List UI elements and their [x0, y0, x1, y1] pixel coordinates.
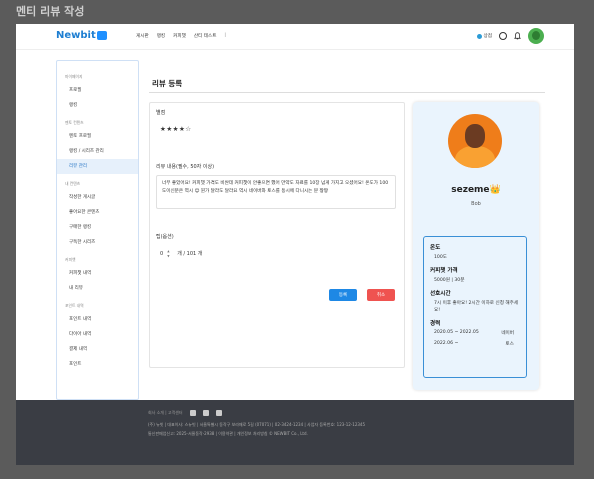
facebook-icon[interactable]	[189, 410, 196, 416]
stepper-down-icon[interactable]: ▼	[167, 254, 173, 258]
title-divider	[149, 92, 545, 93]
page-title: 리뷰 등록	[152, 79, 183, 88]
nav-item-coffeechat[interactable]: 커피챗	[173, 33, 186, 39]
header: Newbit 게시판 랭킹 커피챗 산티 테스트 | 상점	[16, 24, 574, 50]
price-value: 5000원 | 30분	[434, 278, 465, 283]
photo-body-shape	[455, 146, 495, 168]
sidebar-item-payment-history[interactable]: 결제 내역	[57, 342, 138, 357]
sidebar-item-coffeechat-history[interactable]: 커피챗 내역	[57, 266, 138, 281]
review-form: 별점 ★★★★☆ 리뷰 내용(필수, 50자 이상) 너무 좋았어요! 커피챗 …	[149, 102, 405, 368]
nav-separator: |	[224, 33, 226, 38]
footer: 회사 소개 | 고객센터 (주) 뉴빗 | 대표이사: 스뉴빗 | 서울특별시 …	[16, 400, 574, 465]
bell-icon[interactable]	[514, 32, 521, 40]
sidebar-group-mypage: 마이페이지	[65, 74, 83, 79]
sidebar-item-mentor-profile[interactable]: 멘토 프로필	[57, 129, 138, 144]
sidebar-item-my-reviews[interactable]: 내 리뷰	[57, 281, 138, 296]
logo-badge-icon	[96, 31, 107, 40]
logo-text: Newbit	[56, 30, 96, 41]
career-period: 2022.06 ~	[434, 341, 459, 346]
sidebar-item-diamond-history[interactable]: 다이아 내역	[57, 327, 138, 342]
temp-label: 온도	[430, 245, 441, 251]
logo[interactable]: Newbit	[56, 30, 107, 41]
tip-stepper[interactable]: ▲ ▼	[167, 249, 173, 258]
header-actions: 상점	[476, 28, 544, 44]
price-label: 커피챗 가격	[430, 268, 458, 274]
diamond-icon	[476, 33, 482, 39]
shop-chip[interactable]: 상점	[476, 33, 492, 39]
mentor-profile-card: sezeme👑 Bob 온도 100도 커피챗 가격 5000원 | 30분 선…	[413, 102, 539, 390]
screen-title: 멘티 리뷰 작성	[16, 5, 85, 18]
mentor-info-box: 온도 100도 커피챗 가격 5000원 | 30분 선호시간 7시 이후 좋아…	[423, 236, 527, 378]
sidebar-item-point-history[interactable]: 포인트 내역	[57, 312, 138, 327]
tip-label: 팁(옵션)	[156, 234, 174, 240]
instagram-icon[interactable]	[215, 410, 222, 416]
sidebar-group-points: 포인트 내역	[65, 303, 84, 308]
temp-value: 100도	[434, 255, 447, 260]
footer-legal-info: 통신판매업신고: 2025-서울동작-2938 | 이용약관 | 개인정보 처리…	[148, 431, 308, 436]
nav-item-board[interactable]: 게시판	[136, 33, 149, 39]
user-avatar[interactable]	[528, 28, 544, 44]
main-nav: 게시판 랭킹 커피챗 산티 테스트 |	[136, 33, 226, 39]
career-period: 2020.05 ~ 2022.05	[434, 330, 479, 335]
shop-label: 상점	[483, 34, 492, 39]
pref-time-label: 선호시간	[430, 291, 451, 297]
sidebar-item-profile[interactable]: 프로필	[57, 83, 138, 98]
mentor-photo	[448, 114, 502, 168]
nav-item-test[interactable]: 산티 테스트	[194, 33, 217, 39]
cancel-button[interactable]: 취소	[367, 289, 395, 301]
tip-row: 0 ▲ ▼ 개 / 101 개	[160, 249, 202, 258]
review-textarea[interactable]: 너무 좋았어요! 커피챗 가격도 비싼데 커피챗이 안좋으면 했어 만약도 자료…	[156, 175, 396, 209]
career-label: 경력	[430, 321, 441, 327]
stepper-up-icon[interactable]: ▲	[167, 249, 173, 253]
mentor-name: sezeme👑	[451, 185, 501, 195]
sidebar-item-subscribed[interactable]: 구독한 시리즈	[57, 235, 138, 250]
sidebar-item-review-manage[interactable]: 리뷰 관리	[57, 159, 138, 174]
career-company: 네이버	[501, 331, 514, 336]
rating-label: 별점	[156, 110, 166, 116]
sidebar-item-liked[interactable]: 좋아요한 콘텐츠	[57, 205, 138, 220]
career-row: 2020.05 ~ 2022.05 네이버	[430, 330, 520, 336]
sidebar-group-coffeechat: 커피챗	[65, 257, 76, 262]
sidebar-item-series-manage[interactable]: 랭킹 / 시리즈 관리	[57, 144, 138, 159]
tip-suffix: 개 / 101 개	[177, 251, 203, 257]
tip-value[interactable]: 0	[160, 251, 163, 257]
footer-company-info: (주) 뉴빗 | 대표이사: 스뉴빗 | 서울특별시 동작구 보라매로 5길 (…	[148, 422, 366, 427]
nav-item-ranking[interactable]: 랭킹	[157, 33, 165, 39]
career-row: 2022.06 ~ 토스	[430, 341, 520, 347]
sidebar-item-my-posts[interactable]: 작성한 게시글	[57, 190, 138, 205]
footer-top-links[interactable]: 회사 소개 | 고객센터	[148, 410, 183, 416]
pref-time-value: 7시 이후 좋아요! 2시간 이하로 신청 해주세요!	[434, 301, 519, 313]
sidebar-group-my-content: 내 컨텐츠	[65, 181, 81, 186]
sidebar-item-ranking[interactable]: 랭킹	[57, 98, 138, 113]
review-label: 리뷰 내용(필수, 50자 이상)	[156, 164, 215, 170]
mentor-subname: Bob	[471, 201, 481, 207]
app-window: Newbit 게시판 랭킹 커피챗 산티 테스트 | 상점 마이페이지 프로필 …	[16, 24, 574, 465]
sidebar-item-points[interactable]: 포인트	[57, 357, 138, 372]
footer-links: 회사 소개 | 고객센터	[148, 410, 222, 416]
submit-button[interactable]: 등록	[329, 289, 357, 301]
star-rating[interactable]: ★★★★☆	[160, 125, 192, 133]
chat-icon[interactable]	[499, 32, 507, 40]
twitter-icon[interactable]	[202, 410, 209, 416]
sidebar: 마이페이지 프로필 랭킹 멘토 컨텐츠 멘토 프로필 랭킹 / 시리즈 관리 리…	[56, 60, 139, 400]
sidebar-group-mentor: 멘토 컨텐츠	[65, 120, 84, 125]
sidebar-item-purchased[interactable]: 구매한 랭킹	[57, 220, 138, 235]
photo-head-shape	[465, 124, 485, 148]
career-company: 토스	[505, 342, 514, 347]
